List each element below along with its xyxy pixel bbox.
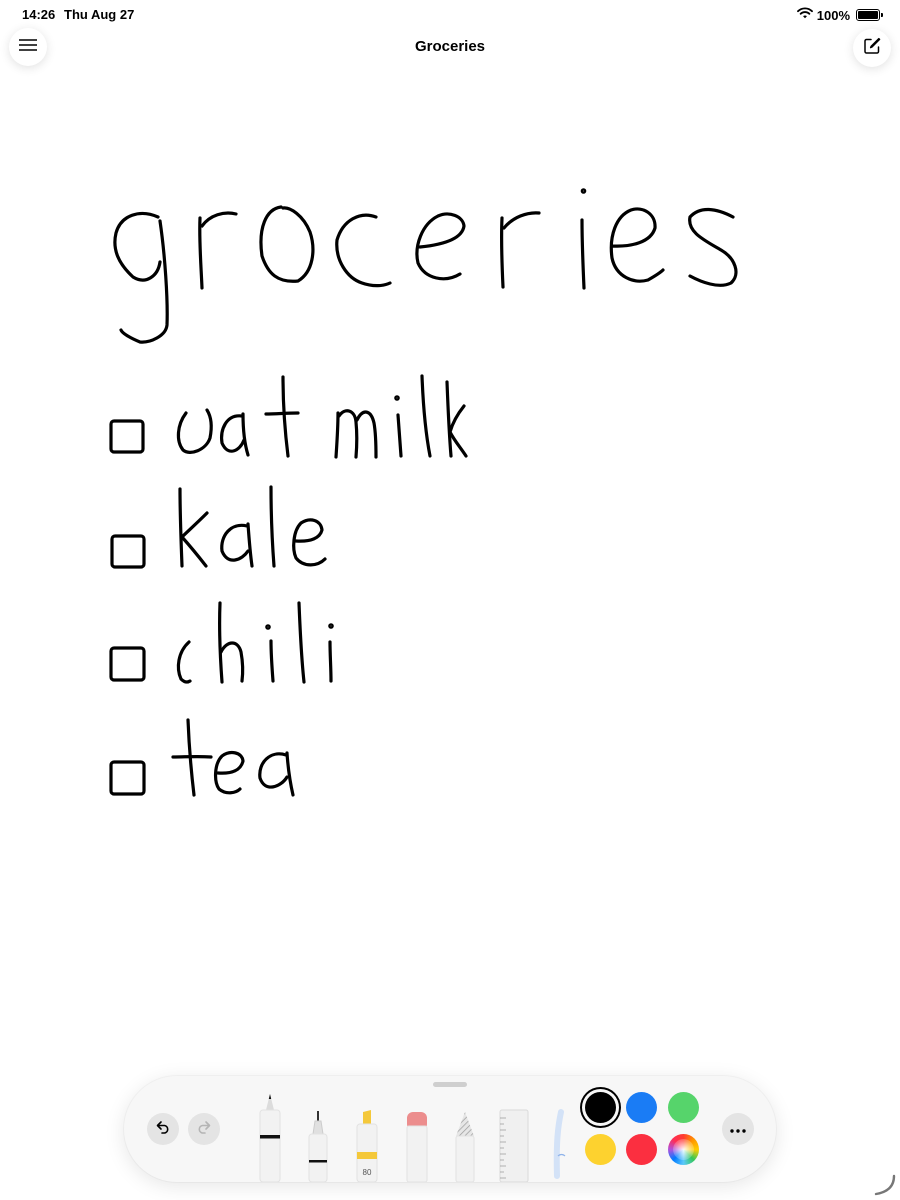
drawing-canvas[interactable] [0, 80, 900, 1070]
ruler-icon [499, 1109, 529, 1183]
highlighter-size-label: 80 [362, 1168, 372, 1177]
pen-icon [259, 1094, 281, 1183]
compose-icon [863, 37, 881, 60]
wifi-icon [796, 6, 813, 24]
status-bar: 14:26 Thu Aug 27 100% [0, 0, 900, 28]
pen-tool[interactable] [258, 1086, 282, 1183]
handwritten-title [113, 205, 738, 344]
ruler-tool[interactable] [498, 1086, 530, 1183]
status-indicators: 100% [796, 6, 883, 24]
redo-button[interactable] [188, 1113, 220, 1145]
activity-indicator [872, 1172, 898, 1200]
redo-icon [196, 1119, 212, 1140]
color-swatch-red[interactable] [626, 1134, 657, 1165]
lasso-tool[interactable] [550, 1086, 572, 1182]
page-title: Groceries [414, 38, 486, 55]
list-item [110, 485, 327, 569]
compose-button[interactable] [853, 29, 891, 67]
eraser-icon [406, 1112, 428, 1183]
tool-palette: 80 [124, 1076, 776, 1183]
battery-icon [856, 9, 883, 21]
ellipsis-icon [730, 1120, 746, 1138]
eraser-tool[interactable] [404, 1086, 430, 1183]
fineliner-icon [308, 1111, 328, 1183]
status-date: Thu Aug 27 [64, 7, 135, 22]
checkbox-1[interactable] [109, 419, 145, 454]
checkbox-2[interactable] [110, 534, 146, 569]
status-time: 14:26 [22, 7, 56, 22]
list-item [109, 374, 468, 459]
color-picker-button[interactable] [668, 1134, 699, 1165]
undo-button[interactable] [147, 1113, 179, 1145]
checkbox-3[interactable] [109, 646, 146, 682]
lasso-icon [553, 1109, 566, 1179]
color-swatch-yellow[interactable] [585, 1134, 616, 1165]
color-swatch-blue[interactable] [626, 1092, 657, 1123]
checkbox-4[interactable] [109, 760, 146, 796]
color-swatch-black[interactable] [585, 1092, 616, 1123]
battery-percentage: 100% [816, 7, 850, 23]
list-item [109, 601, 334, 684]
highlighter-tool[interactable]: 80 [354, 1086, 380, 1183]
pencil-icon [455, 1112, 475, 1183]
list-item [109, 718, 295, 797]
color-swatch-green[interactable] [668, 1092, 699, 1123]
pencil-tool[interactable] [452, 1086, 478, 1183]
fineliner-tool[interactable] [306, 1086, 330, 1183]
more-button[interactable] [722, 1113, 754, 1145]
undo-icon [155, 1119, 171, 1140]
